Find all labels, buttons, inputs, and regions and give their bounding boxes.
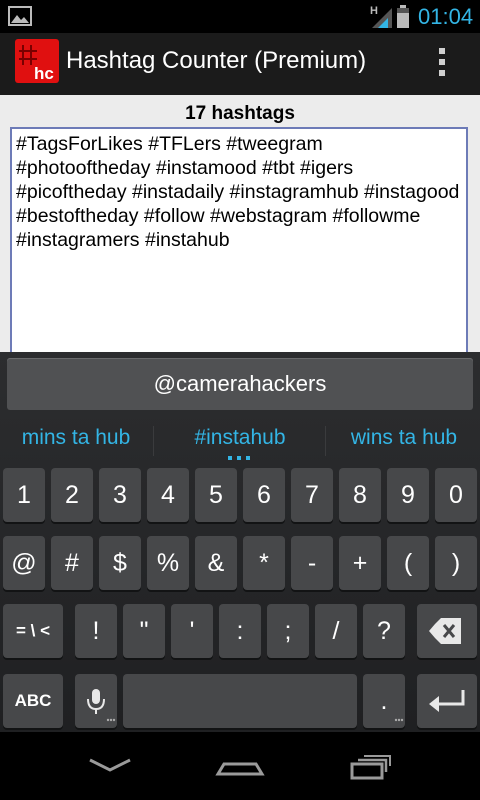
soft-keyboard: @camerahackers mins ta hub #instahub win… <box>0 352 480 732</box>
period-key[interactable]: . <box>363 674 405 728</box>
home-icon[interactable] <box>210 744 270 788</box>
key-asterisk[interactable]: * <box>243 536 285 590</box>
hashtag-text-input[interactable]: #TagsForLikes #TFLers #tweegram #photoof… <box>10 127 468 387</box>
key-close-paren[interactable]: ) <box>435 536 477 590</box>
key-hash[interactable]: # <box>51 536 93 590</box>
enter-key[interactable] <box>417 674 477 728</box>
hc-logo-icon[interactable]: hc <box>15 39 59 83</box>
candidate-divider <box>325 426 326 456</box>
network-type-label: H <box>370 5 378 17</box>
key-0[interactable]: 0 <box>435 468 477 522</box>
key-4[interactable]: 4 <box>147 468 189 522</box>
hashtag-count: 17 hashtags <box>185 103 295 124</box>
navigation-bar <box>0 732 480 800</box>
status-bar: H 01:04 <box>0 0 480 33</box>
clock: 01:04 <box>418 4 474 29</box>
key-5[interactable]: 5 <box>195 468 237 522</box>
overflow-menu-icon[interactable] <box>432 44 452 80</box>
recent-apps-icon[interactable] <box>344 744 404 788</box>
backspace-icon <box>429 618 461 644</box>
key-double-quote[interactable]: " <box>123 604 165 658</box>
app-title: Hashtag Counter (Premium) <box>66 47 367 74</box>
candidate-bar: mins ta hub #instahub wins ta hub <box>0 418 480 460</box>
key-1[interactable]: 1 <box>3 468 45 522</box>
more-candidates-icon[interactable] <box>228 456 250 462</box>
signal-icon: H <box>370 5 392 28</box>
keyboard-suggestion-strip[interactable]: @camerahackers <box>7 358 473 410</box>
key-9[interactable]: 9 <box>387 468 429 522</box>
key-ampersand[interactable]: & <box>195 536 237 590</box>
key-slash[interactable]: / <box>315 604 357 658</box>
back-icon[interactable] <box>80 744 140 788</box>
key-semicolon[interactable]: ; <box>267 604 309 658</box>
main-content: 17 hashtags #TagsForLikes #TFLers #tweeg… <box>0 95 480 387</box>
abc-key[interactable]: ABC <box>3 674 63 728</box>
enter-icon <box>429 690 465 712</box>
battery-icon <box>397 5 409 28</box>
candidate-left[interactable]: mins ta hub <box>0 418 152 460</box>
key-single-quote[interactable]: ' <box>171 604 213 658</box>
key-8[interactable]: 8 <box>339 468 381 522</box>
backspace-key[interactable] <box>417 604 477 658</box>
key-3[interactable]: 3 <box>99 468 141 522</box>
key-percent[interactable]: % <box>147 536 189 590</box>
key-colon[interactable]: : <box>219 604 261 658</box>
symbols-more-key[interactable]: = \ < <box>3 604 63 658</box>
microphone-icon <box>87 689 116 722</box>
key-minus[interactable]: - <box>291 536 333 590</box>
action-bar: hc Hashtag Counter (Premium) <box>0 33 480 95</box>
key-plus[interactable]: + <box>339 536 381 590</box>
candidate-right[interactable]: wins ta hub <box>328 418 480 460</box>
key-dollar[interactable]: $ <box>99 536 141 590</box>
key-2[interactable]: 2 <box>51 468 93 522</box>
candidate-center[interactable]: #instahub <box>156 418 324 460</box>
key-at[interactable]: @ <box>3 536 45 590</box>
more-symbols-icon <box>394 718 404 722</box>
key-open-paren[interactable]: ( <box>387 536 429 590</box>
space-key[interactable] <box>123 674 357 728</box>
key-exclamation[interactable]: ! <box>75 604 117 658</box>
key-6[interactable]: 6 <box>243 468 285 522</box>
key-question[interactable]: ? <box>363 604 405 658</box>
gallery-icon <box>8 6 32 26</box>
key-7[interactable]: 7 <box>291 468 333 522</box>
app-icon-label: hc <box>34 64 54 83</box>
voice-input-key[interactable] <box>75 674 117 728</box>
candidate-divider <box>153 426 154 456</box>
